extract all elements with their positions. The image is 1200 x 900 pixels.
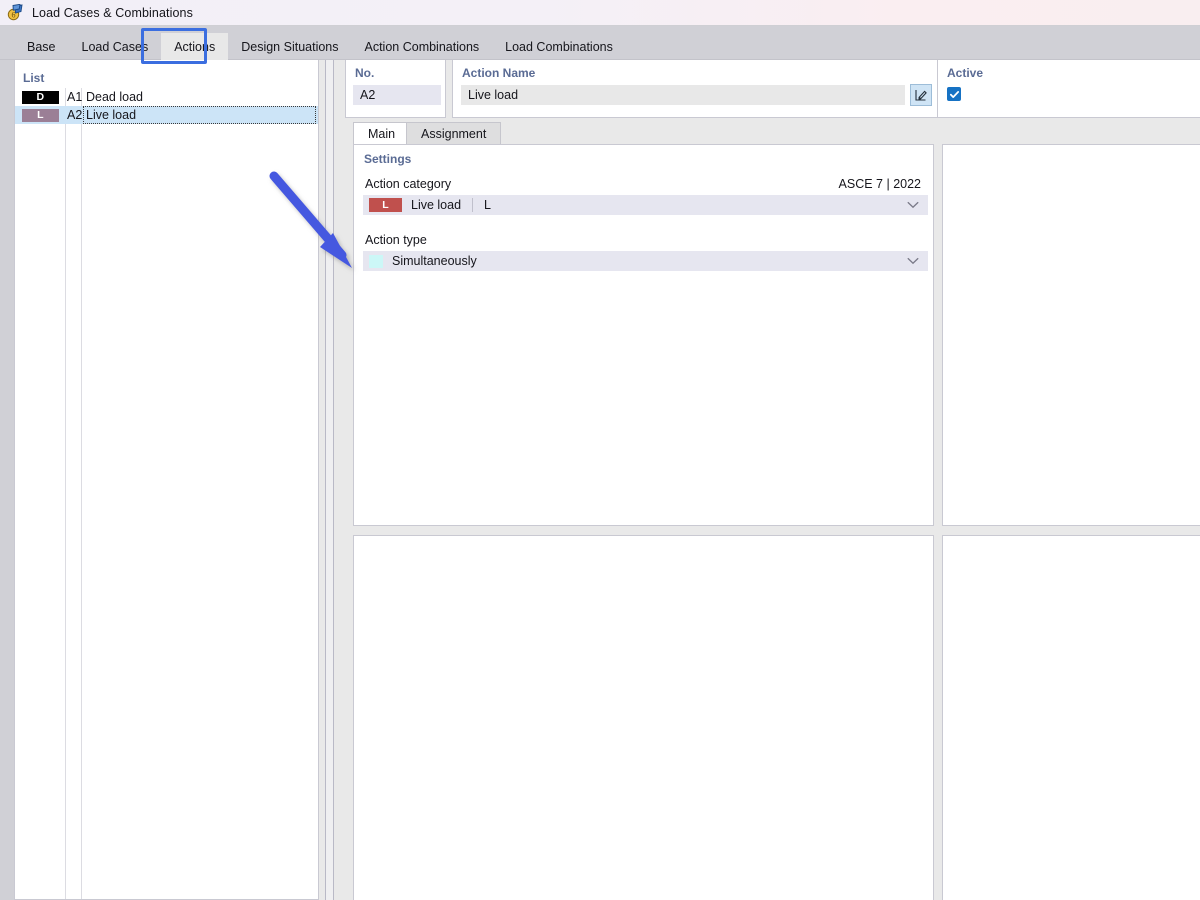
tab-design-situations[interactable]: Design Situations <box>228 33 351 60</box>
list-panel: List D A1 Dead load L A2 Live load <box>14 60 319 900</box>
design-standard-label: ASCE 7 | 2022 <box>838 177 921 191</box>
tab-base[interactable]: Base <box>14 33 69 60</box>
active-checkbox[interactable] <box>947 87 961 101</box>
action-type-color-swatch <box>369 254 383 268</box>
detail-tab-strip: Main Assignment <box>345 122 1200 144</box>
active-caption: Active <box>947 66 984 80</box>
action-type-combo[interactable]: Simultaneously <box>363 251 928 271</box>
splitter-handle[interactable] <box>325 60 334 900</box>
window-title: Load Cases & Combinations <box>32 5 193 20</box>
list-item[interactable]: D A1 Dead load <box>15 88 318 106</box>
row-name: Live load <box>86 108 137 122</box>
grid-column-separator-2 <box>81 88 82 899</box>
action-name-caption: Action Name <box>462 66 536 80</box>
main-tabs: Base Load Cases Actions Design Situation… <box>14 33 626 60</box>
load-combinations-icon: 6 <box>7 3 24 21</box>
grid-column-separator-1 <box>65 88 66 899</box>
row-number: A2 <box>67 108 83 122</box>
main-tab-strip: Base Load Cases Actions Design Situation… <box>0 26 1200 64</box>
pencil-edit-icon[interactable] <box>910 84 932 106</box>
action-name-input[interactable]: Live load <box>461 85 905 105</box>
bottom-detail-panel <box>353 535 934 900</box>
bottom-side-panel <box>942 535 1200 900</box>
svg-text:6: 6 <box>12 11 16 20</box>
tab-load-cases[interactable]: Load Cases <box>69 33 162 60</box>
no-caption: No. <box>355 66 375 80</box>
action-category-badge: L <box>369 198 402 212</box>
row-badge: L <box>22 108 59 122</box>
workspace: List D A1 Dead load L A2 Live load No. A… <box>0 60 1200 900</box>
action-category-combo[interactable]: L Live load L <box>363 195 928 215</box>
settings-side-panel <box>942 144 1200 526</box>
left-edge-strip <box>0 60 14 900</box>
content-area: No. A2 Action Name Live load Active Main… <box>345 60 1200 900</box>
row-badge: D <box>22 90 59 104</box>
settings-title: Settings <box>364 152 412 166</box>
tab-assignment[interactable]: Assignment <box>406 122 502 144</box>
action-category-abbr: L <box>484 198 491 212</box>
action-category-label: Action category <box>365 177 452 191</box>
list-item[interactable]: L A2 Live load <box>15 106 318 124</box>
settings-card: Settings Action category ASCE 7 | 2022 L… <box>353 144 934 526</box>
action-type-label: Action type <box>365 233 427 247</box>
action-type-value: Simultaneously <box>392 254 477 268</box>
tab-load-combinations[interactable]: Load Combinations <box>492 33 626 60</box>
action-category-value: Live load <box>411 198 462 212</box>
action-name-box: Action Name Live load <box>452 60 942 118</box>
row-name: Dead load <box>86 90 143 104</box>
actions-list-grid: D A1 Dead load L A2 Live load <box>15 88 318 899</box>
no-input[interactable]: A2 <box>353 85 441 105</box>
tab-main[interactable]: Main <box>353 122 411 144</box>
list-panel-caption: List <box>23 71 45 85</box>
tab-action-combinations[interactable]: Action Combinations <box>352 33 493 60</box>
active-box: Active <box>937 60 1200 118</box>
no-field-box: No. A2 <box>345 60 446 118</box>
combo-separator <box>472 198 474 212</box>
chevron-down-icon[interactable] <box>907 201 919 209</box>
chevron-down-icon[interactable] <box>907 257 919 265</box>
title-bar: 6 Load Cases & Combinations <box>0 0 1200 26</box>
panel-splitter[interactable] <box>319 60 345 900</box>
row-number: A1 <box>67 90 83 104</box>
tab-actions[interactable]: Actions <box>161 33 229 60</box>
